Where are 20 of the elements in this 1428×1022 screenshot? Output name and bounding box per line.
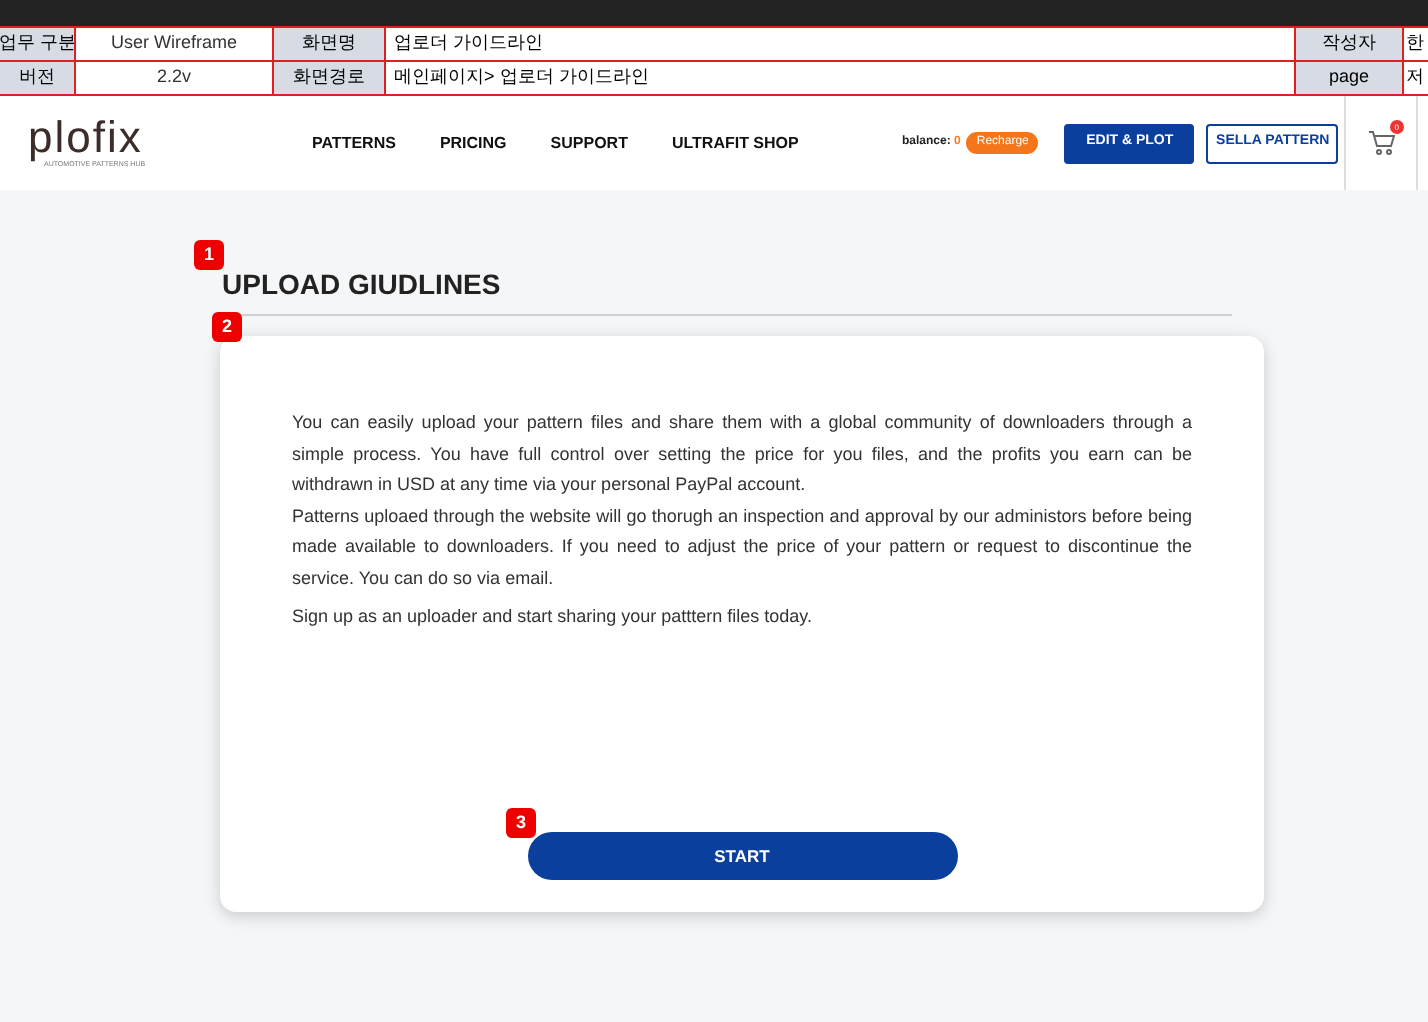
page-title: UPLOAD GIUDLINES	[222, 266, 503, 302]
table-label-cell: 화면경로	[274, 62, 386, 94]
start-button[interactable]: START	[527, 832, 957, 880]
table-label-cell: page	[1296, 62, 1404, 94]
cart-icon[interactable]	[1367, 130, 1396, 156]
annotation-marker: 2	[212, 312, 242, 342]
logo[interactable]: plofix	[28, 115, 280, 160]
guideline-paragraph: Patterns uploaed through the website will go thorugh an inspection and approval by our administors before being made available to downloaders. If you need to adjust the price of your pattern or request to discontinue the service. You can do so via email.	[292, 503, 1192, 591]
guideline-paragraph: Sign up as an uploader and start sharing your patttern files today.	[292, 604, 814, 630]
nav-link[interactable]: SUPPORT	[550, 131, 628, 155]
annotation-marker: 1	[194, 240, 224, 270]
annotation-marker: 3	[506, 808, 536, 838]
nav-link[interactable]: PATTERNS	[312, 131, 396, 155]
table-label-cell: 화면명	[274, 28, 386, 60]
table-label-cell: 작성자	[1296, 28, 1404, 60]
table-label-cell: 업무 구분	[0, 28, 76, 60]
guideline-paragraph: You can easily upload your pattern files and share them with a global community of downloaders through a simple process. You have full control over setting the price for you files, and the profits you earn can be withdrawn in USD at any time via your personal PayPal account.	[292, 410, 1192, 498]
nav-link[interactable]: ULTRAFIT SHOP	[671, 131, 799, 155]
table-label-cell: 버전	[0, 62, 76, 94]
nav-link[interactable]: PRICING	[439, 131, 507, 155]
